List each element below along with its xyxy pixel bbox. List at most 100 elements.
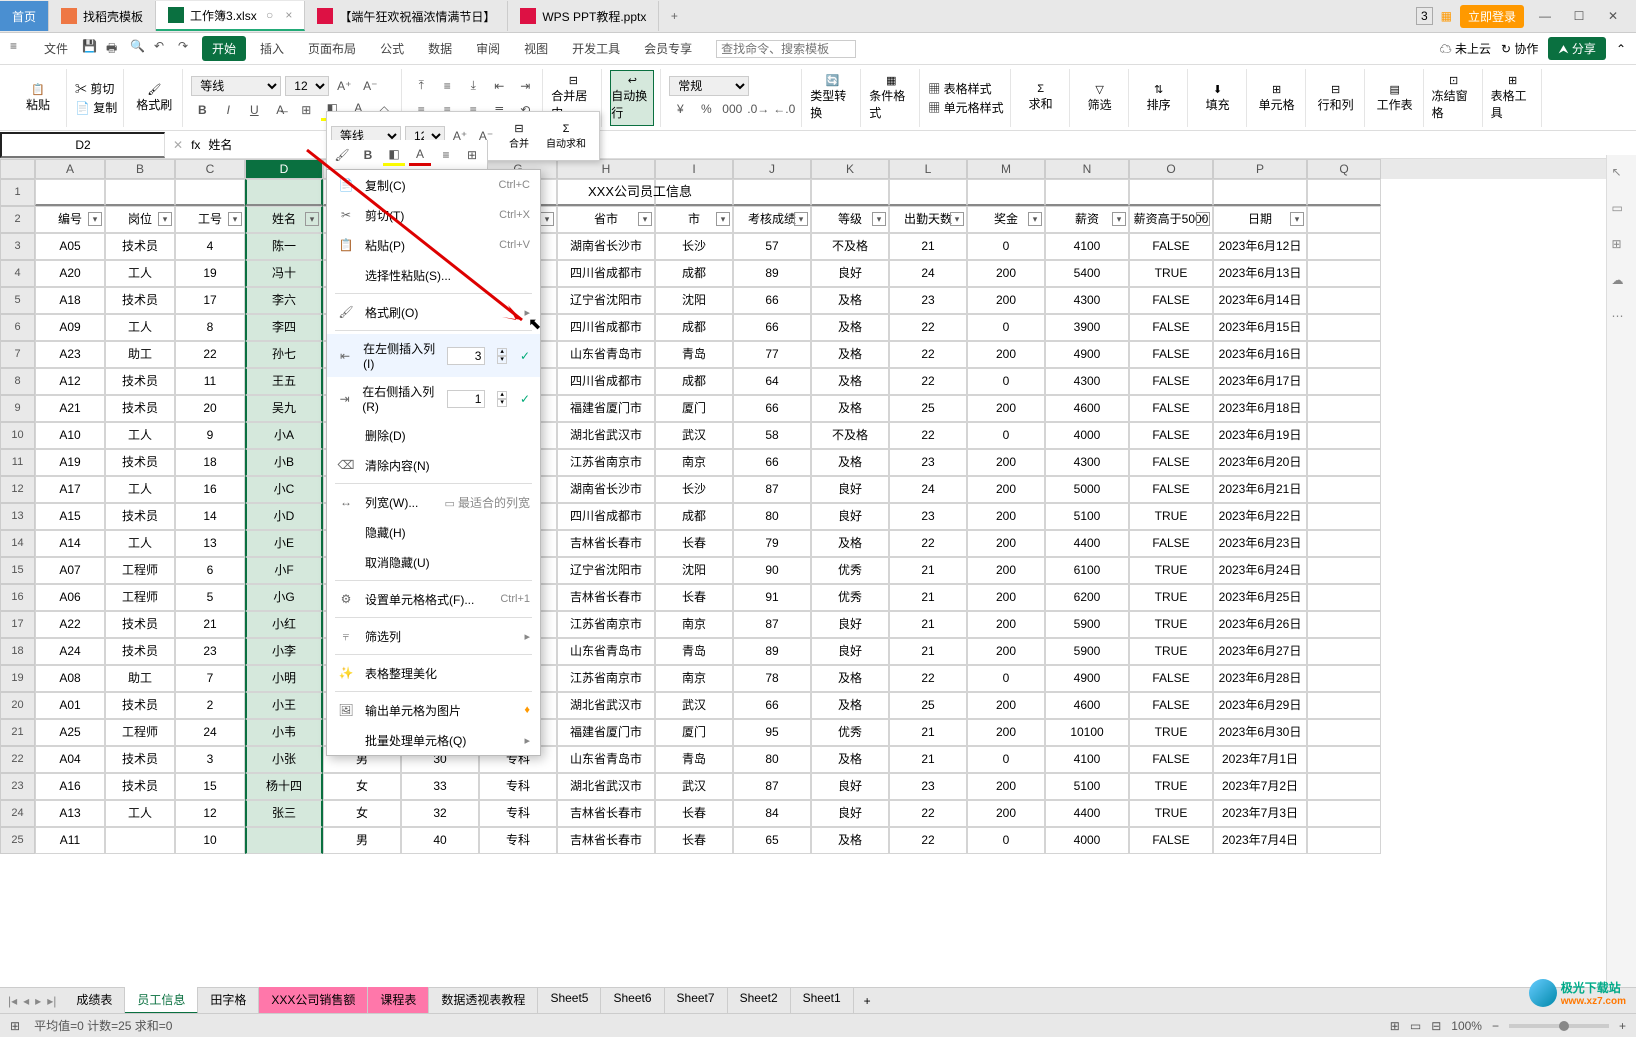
cm-hide[interactable]: 隐藏(H) <box>327 517 540 547</box>
cell[interactable]: 及格 <box>811 341 889 368</box>
cut-button[interactable]: ✂ 剪切 <box>75 80 114 97</box>
menu-layout[interactable]: 页面布局 <box>298 36 366 61</box>
cell[interactable]: FALSE <box>1129 314 1213 341</box>
row-header[interactable]: 11 <box>0 449 35 476</box>
spinner[interactable]: ▴▾ <box>497 391 507 407</box>
cell[interactable]: A20 <box>35 260 105 287</box>
mini-painter-icon[interactable]: 🖌 <box>331 144 353 166</box>
format-painter-button[interactable]: 🖌格式刷 <box>132 70 176 126</box>
row-header[interactable]: 17 <box>0 611 35 638</box>
freeze-button[interactable]: ⊡冻结窗格 <box>1432 70 1476 126</box>
cell[interactable]: FALSE <box>1129 665 1213 692</box>
row-header[interactable]: 1 <box>0 179 35 206</box>
cell[interactable]: 22 <box>889 665 967 692</box>
row-header[interactable]: 12 <box>0 476 35 503</box>
mini-merge-button[interactable]: ⊟合并 <box>501 116 537 156</box>
cell[interactable]: 18 <box>175 449 245 476</box>
table-tool-button[interactable]: ⊞表格工具 <box>1491 70 1535 126</box>
cell[interactable] <box>105 179 175 206</box>
cell[interactable]: 南京 <box>655 611 733 638</box>
cell[interactable]: 78 <box>733 665 811 692</box>
cell[interactable]: 编号▾ <box>35 206 105 233</box>
cell[interactable]: 长春 <box>655 530 733 557</box>
cell[interactable]: 79 <box>733 530 811 557</box>
cell[interactable]: 2023年6月24日 <box>1213 557 1307 584</box>
sheet-tab[interactable]: 课程表 <box>368 987 429 1014</box>
copy-button[interactable]: 📄 复制 <box>75 99 117 116</box>
cell[interactable]: 58 <box>733 422 811 449</box>
cell[interactable]: 200 <box>967 260 1045 287</box>
row-header[interactable]: 8 <box>0 368 35 395</box>
cell[interactable]: TRUE <box>1129 719 1213 746</box>
cell[interactable]: A14 <box>35 530 105 557</box>
print-icon[interactable]: 🖶 <box>106 39 126 59</box>
col-header-L[interactable]: L <box>889 159 967 179</box>
close-icon[interactable]: × <box>285 8 292 22</box>
cell[interactable]: 技术员 <box>105 638 175 665</box>
cell[interactable]: 2023年6月13日 <box>1213 260 1307 287</box>
cell[interactable]: 4100 <box>1045 233 1129 260</box>
auto-wrap-button[interactable]: ↩自动换行 <box>610 70 654 126</box>
cell[interactable] <box>245 827 323 854</box>
cell[interactable] <box>1307 530 1381 557</box>
cell[interactable] <box>1213 179 1307 206</box>
cell[interactable]: 90 <box>733 557 811 584</box>
cell[interactable]: A04 <box>35 746 105 773</box>
collapse-icon[interactable]: ⌃ <box>1616 42 1626 56</box>
cell[interactable]: 长沙 <box>655 233 733 260</box>
cell[interactable] <box>1307 692 1381 719</box>
align-mid-icon[interactable]: ≡ <box>436 75 458 97</box>
cell[interactable]: 良好 <box>811 611 889 638</box>
menu-icon[interactable]: ≡ <box>10 39 30 59</box>
col-header-K[interactable]: K <box>811 159 889 179</box>
cell[interactable]: 及格 <box>811 746 889 773</box>
cell[interactable]: 0 <box>967 746 1045 773</box>
cell[interactable] <box>1307 314 1381 341</box>
cell[interactable]: TRUE <box>1129 611 1213 638</box>
tab-workbook[interactable]: 工作簿3.xlsx ○× <box>156 1 305 31</box>
cell[interactable]: 技术员 <box>105 692 175 719</box>
cell[interactable]: A11 <box>35 827 105 854</box>
sheet-tab[interactable]: Sheet5 <box>538 987 601 1014</box>
grow-font-icon[interactable]: A⁺ <box>333 75 355 97</box>
cell[interactable]: 32 <box>401 800 479 827</box>
cell[interactable]: 工人 <box>105 800 175 827</box>
cell[interactable]: 厦门 <box>655 395 733 422</box>
cell[interactable]: 岗位▾ <box>105 206 175 233</box>
name-box[interactable] <box>0 132 165 158</box>
cell[interactable]: 80 <box>733 746 811 773</box>
cell-style-button[interactable]: ▦ 单元格样式 <box>928 99 1003 116</box>
indent-inc-icon[interactable]: ⇥ <box>514 75 536 97</box>
cell[interactable]: 4000 <box>1045 422 1129 449</box>
tab-ppt2[interactable]: WPS PPT教程.pptx <box>508 1 659 31</box>
cell[interactable]: 2023年6月16日 <box>1213 341 1307 368</box>
menu-formula[interactable]: 公式 <box>370 36 414 61</box>
cell[interactable]: 福建省厦门市 <box>557 395 655 422</box>
cell[interactable]: 6 <box>175 557 245 584</box>
row-header[interactable]: 6 <box>0 314 35 341</box>
cell[interactable]: 66 <box>733 395 811 422</box>
undo-icon[interactable]: ↶ <box>154 39 174 59</box>
cell[interactable]: 2023年6月21日 <box>1213 476 1307 503</box>
col-header-M[interactable]: M <box>967 159 1045 179</box>
cell[interactable]: 4100 <box>1045 746 1129 773</box>
row-header[interactable]: 21 <box>0 719 35 746</box>
cell[interactable]: FALSE <box>1129 287 1213 314</box>
cell[interactable]: FALSE <box>1129 827 1213 854</box>
cell[interactable]: 技术员 <box>105 449 175 476</box>
cell[interactable]: FALSE <box>1129 368 1213 395</box>
cell[interactable]: 小F <box>245 557 323 584</box>
cell[interactable]: 2023年6月17日 <box>1213 368 1307 395</box>
cell[interactable]: 市▾ <box>655 206 733 233</box>
filter-dropdown-icon[interactable]: ▾ <box>1028 212 1042 226</box>
cell[interactable] <box>1307 449 1381 476</box>
cell[interactable]: 小A <box>245 422 323 449</box>
cell[interactable]: 10 <box>175 827 245 854</box>
cell[interactable]: 77 <box>733 341 811 368</box>
col-header-A[interactable]: A <box>35 159 105 179</box>
cell[interactable]: A08 <box>35 665 105 692</box>
style-icon[interactable]: ▭ <box>1612 201 1632 221</box>
cell[interactable]: 4600 <box>1045 395 1129 422</box>
cell[interactable]: 青岛 <box>655 746 733 773</box>
cell[interactable]: 沈阳 <box>655 287 733 314</box>
